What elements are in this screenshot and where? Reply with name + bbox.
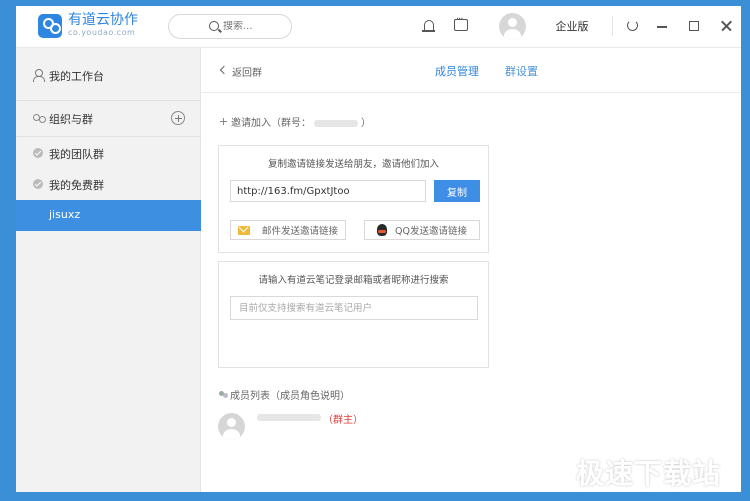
search-user-caption: 请输入有道云笔记登录邮箱或者昵称进行搜索: [258, 275, 449, 286]
main-header: 返回群 成员管理 群设置: [202, 48, 741, 93]
sidebar-item-org-groups[interactable]: 组织与群: [16, 103, 201, 133]
tab-member-management[interactable]: 成员管理: [435, 63, 479, 79]
refresh-icon[interactable]: [627, 20, 638, 31]
maximize-icon[interactable]: [689, 21, 699, 31]
avatar[interactable]: [218, 413, 245, 440]
sidebar-item-workspace[interactable]: 我的工作台: [16, 60, 201, 90]
sidebar-item-label: 我的团队群: [49, 148, 104, 161]
owner-role-badge: （群主）: [323, 415, 363, 426]
sidebar-item-label: 我的免费群: [49, 179, 104, 192]
search-user-card: 请输入有道云笔记登录邮箱或者昵称进行搜索: [218, 261, 489, 368]
check-circle-icon: [33, 148, 43, 158]
app-window: 有道云协作 co.youdao.com 企业版 我的工作台 组织与群: [16, 6, 741, 492]
sidebar: 我的工作台 组织与群 我的团队群 我的免费群 jisuxz: [16, 48, 201, 492]
sidebar-item-team-group[interactable]: 我的团队群: [16, 138, 201, 168]
plus-icon: [220, 118, 227, 125]
members-title[interactable]: 成员列表（成员角色说明）: [230, 387, 350, 402]
logo-icon: [38, 13, 62, 38]
invite-link-field[interactable]: [230, 180, 426, 202]
member-name-redacted: [257, 414, 321, 421]
edition-button[interactable]: 企业版: [544, 15, 600, 39]
logo-title: 有道云协作: [68, 12, 138, 28]
main-panel: 返回群 成员管理 群设置 邀请加入（群号：） 复制邀请链接发送给朋友，邀请他们加…: [202, 48, 741, 492]
group-number-redacted: [314, 119, 358, 127]
top-bar: 有道云协作 co.youdao.com 企业版: [16, 6, 741, 48]
chevron-left-icon[interactable]: [219, 65, 229, 75]
members-icon: [219, 391, 228, 398]
tab-group-settings[interactable]: 群设置: [505, 63, 538, 79]
add-circle-icon[interactable]: [171, 111, 185, 125]
qq-invite-label: QQ发送邀请链接: [395, 226, 467, 237]
qq-icon: [377, 224, 388, 236]
invite-link-caption: 复制邀请链接发送给朋友，邀请他们加入: [267, 159, 439, 170]
copy-button[interactable]: 复制: [434, 180, 480, 202]
divider: [612, 16, 613, 36]
close-icon[interactable]: [719, 19, 733, 33]
divider: [16, 100, 201, 101]
logo: 有道云协作 co.youdao.com: [38, 13, 138, 38]
search-user-input[interactable]: [230, 296, 478, 320]
qq-invite-button[interactable]: QQ发送邀请链接: [364, 220, 480, 240]
sidebar-item-label: 组织与群: [49, 113, 93, 126]
sidebar-item-label: 我的工作台: [49, 70, 104, 83]
bell-icon[interactable]: [422, 19, 436, 33]
back-link[interactable]: 返回群: [232, 64, 262, 79]
logo-subtitle: co.youdao.com: [68, 28, 136, 37]
watermark: 极速下载站: [576, 457, 722, 490]
check-circle-icon: [33, 179, 43, 189]
search-box[interactable]: [168, 14, 293, 39]
invite-title: 邀请加入（群号：）: [231, 118, 371, 129]
mail-icon: [237, 225, 250, 235]
minimize-icon[interactable]: [657, 26, 667, 28]
sidebar-item-jisuxz[interactable]: jisuxz: [16, 200, 201, 231]
search-icon: [209, 21, 219, 31]
sidebar-item-label: jisuxz: [49, 208, 81, 221]
user-avatar[interactable]: [499, 13, 526, 40]
group-icon: [33, 113, 46, 124]
sidebar-item-free-group[interactable]: 我的免费群: [16, 169, 201, 199]
mail-invite-label: 邮件发送邀请链接: [261, 226, 338, 237]
search-input[interactable]: [223, 21, 293, 32]
invite-link-card: 复制邀请链接发送给朋友，邀请他们加入 复制 邮件发送邀请链接 QQ发送邀请链接: [218, 145, 489, 253]
chat-icon[interactable]: [454, 14, 468, 31]
divider: [16, 136, 201, 137]
user-icon: [33, 69, 45, 82]
mail-invite-button[interactable]: 邮件发送邀请链接: [230, 220, 346, 240]
